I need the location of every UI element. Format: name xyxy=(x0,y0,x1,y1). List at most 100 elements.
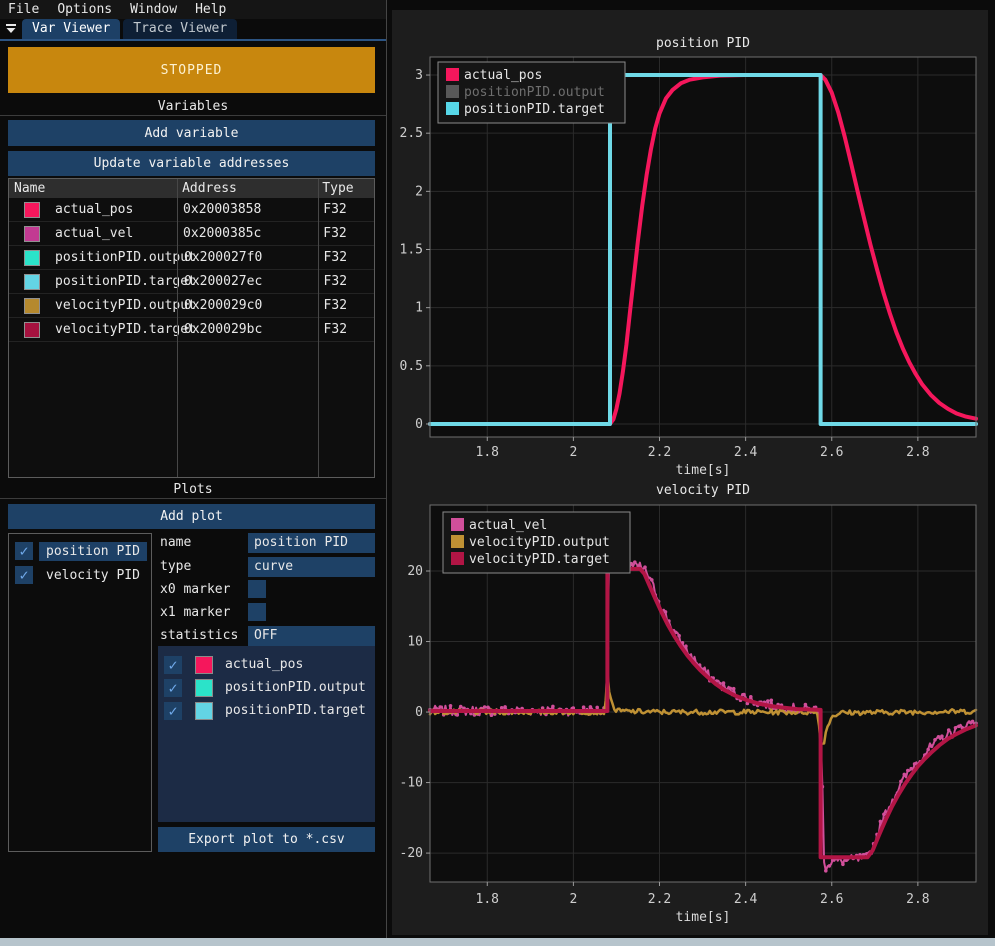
plot-type-select[interactable]: curve xyxy=(248,557,375,577)
series-dot xyxy=(551,705,555,709)
legend-label[interactable]: actual_pos xyxy=(464,68,542,83)
variable-color-swatch xyxy=(24,202,40,218)
series-dot xyxy=(926,748,930,752)
series-row[interactable]: ✓ positionPID.output xyxy=(164,676,375,699)
tab-var-viewer[interactable]: Var Viewer xyxy=(22,19,120,39)
y-tick-label: -10 xyxy=(400,776,423,791)
add-plot-button[interactable]: Add plot xyxy=(8,504,375,529)
plot-item-label[interactable]: velocity PID xyxy=(39,566,147,585)
legend-swatch xyxy=(446,68,459,81)
legend-label[interactable]: actual_vel xyxy=(469,518,547,533)
series-dot xyxy=(899,780,903,784)
cell-address: 0x200027f0 xyxy=(178,250,318,265)
plot-name-input[interactable]: position PID xyxy=(248,533,375,553)
menu-item-file[interactable]: File xyxy=(8,2,39,17)
series-row[interactable]: ✓ actual_pos xyxy=(164,653,375,676)
legend-swatch xyxy=(451,535,464,548)
series-label: positionPID.target xyxy=(225,703,366,718)
series-dot xyxy=(906,769,910,773)
velocity-pid-chart: 1.822.22.42.62.8-20-1001020velocity PIDt… xyxy=(392,478,988,933)
menu-item-options[interactable]: Options xyxy=(57,2,112,17)
legend-label[interactable]: positionPID.output xyxy=(464,85,605,100)
series-dot xyxy=(483,705,487,709)
panel-divider xyxy=(386,0,387,938)
series-dot xyxy=(909,767,913,771)
table-row[interactable]: positionPID.target0x200027ecF32 xyxy=(9,270,374,294)
series-dot xyxy=(957,725,961,729)
y-tick-label: 20 xyxy=(407,564,423,579)
cell-name: actual_vel xyxy=(9,226,177,242)
cell-name: actual_pos xyxy=(9,202,177,218)
variables-table: Name Address Type actual_pos0x20003858F3… xyxy=(8,178,375,478)
series-checkbox[interactable]: ✓ xyxy=(164,656,182,674)
menu-item-help[interactable]: Help xyxy=(195,2,226,17)
plot-item-label[interactable]: position PID xyxy=(39,542,147,561)
x1-marker-label: x1 marker xyxy=(160,603,230,623)
collapse-tabs-icon[interactable] xyxy=(3,21,19,37)
cell-address: 0x20003858 xyxy=(177,202,317,217)
series-dot xyxy=(722,681,726,685)
series-dot xyxy=(449,704,453,708)
export-csv-button[interactable]: Export plot to *.csv xyxy=(158,827,375,852)
cell-address: 0x200029c0 xyxy=(178,298,318,313)
variable-color-swatch xyxy=(24,226,40,242)
series-color-swatch xyxy=(195,702,213,720)
series-dot xyxy=(913,762,917,766)
table-row[interactable]: velocityPID.output0x200029c0F32 xyxy=(9,294,374,318)
x-axis-label: time[s] xyxy=(676,463,731,478)
x-tick-label: 1.8 xyxy=(476,892,499,907)
legend-swatch xyxy=(451,552,464,565)
series-dot xyxy=(954,726,958,730)
x-tick-label: 2.4 xyxy=(734,892,758,907)
legend-label[interactable]: positionPID.target xyxy=(464,102,605,117)
series-checkbox[interactable]: ✓ xyxy=(164,702,182,720)
plot-list-item[interactable]: ✓ position PID xyxy=(15,539,151,563)
plot-series-panel: ✓ actual_pos ✓ positionPID.output ✓ positionP… xyxy=(158,646,375,822)
x-tick-label: 2.6 xyxy=(820,445,843,460)
series-dot xyxy=(643,565,647,569)
series-label: actual_pos xyxy=(225,657,303,672)
series-color-swatch xyxy=(195,656,213,674)
status-stopped-button[interactable]: STOPPED xyxy=(8,47,375,93)
menu-item-window[interactable]: Window xyxy=(130,2,177,17)
column-header-address: Address xyxy=(177,181,317,196)
x1-marker-checkbox[interactable] xyxy=(248,603,266,621)
series-label: positionPID.output xyxy=(225,680,366,695)
series-checkbox[interactable]: ✓ xyxy=(164,679,182,697)
table-row[interactable]: actual_vel0x2000385cF32 xyxy=(9,222,374,246)
update-variable-addresses-button[interactable]: Update variable addresses xyxy=(8,151,375,176)
x-tick-label: 2.8 xyxy=(906,892,929,907)
table-row[interactable]: velocityPID.target0x200029bcF32 xyxy=(9,318,374,342)
tab-trace-viewer[interactable]: Trace Viewer xyxy=(123,19,237,39)
table-row[interactable]: actual_pos0x20003858F32 xyxy=(9,198,374,222)
series-row[interactable]: ✓ positionPID.target xyxy=(164,699,375,722)
cell-type: F32 xyxy=(318,250,374,265)
plot-checkbox[interactable]: ✓ xyxy=(15,566,33,584)
series-dot xyxy=(684,644,688,648)
charts-panel: 1.822.22.42.62.800.511.522.53position PI… xyxy=(392,10,988,935)
plot-checkbox[interactable]: ✓ xyxy=(15,542,33,560)
legend-label[interactable]: velocityPID.output xyxy=(469,535,610,550)
table-row[interactable]: positionPID.output0x200027f0F32 xyxy=(9,246,374,270)
series-dot xyxy=(824,869,828,873)
x-axis-label: time[s] xyxy=(676,910,731,925)
plot-list: ✓ position PID ✓ velocity PID xyxy=(8,533,152,852)
series-dot xyxy=(459,705,463,709)
x0-marker-checkbox[interactable] xyxy=(248,580,266,598)
menu-bar: File Options Window Help xyxy=(0,0,386,19)
window-bottom-strip xyxy=(0,938,995,946)
cell-name: positionPID.output xyxy=(9,250,178,266)
column-divider xyxy=(177,179,178,477)
y-tick-label: 1 xyxy=(415,301,423,316)
statistics-select[interactable]: OFF xyxy=(248,626,375,646)
plot-list-item[interactable]: ✓ velocity PID xyxy=(15,563,151,587)
column-header-name: Name xyxy=(9,181,177,196)
statistics-label: statistics xyxy=(160,626,238,646)
y-tick-label: -20 xyxy=(400,846,423,861)
x-tick-label: 2.2 xyxy=(648,892,671,907)
variable-color-swatch xyxy=(24,322,40,338)
y-tick-label: 0 xyxy=(415,705,423,720)
x-tick-label: 2.8 xyxy=(906,445,929,460)
legend-label[interactable]: velocityPID.target xyxy=(469,552,610,567)
add-variable-button[interactable]: Add variable xyxy=(8,120,375,146)
